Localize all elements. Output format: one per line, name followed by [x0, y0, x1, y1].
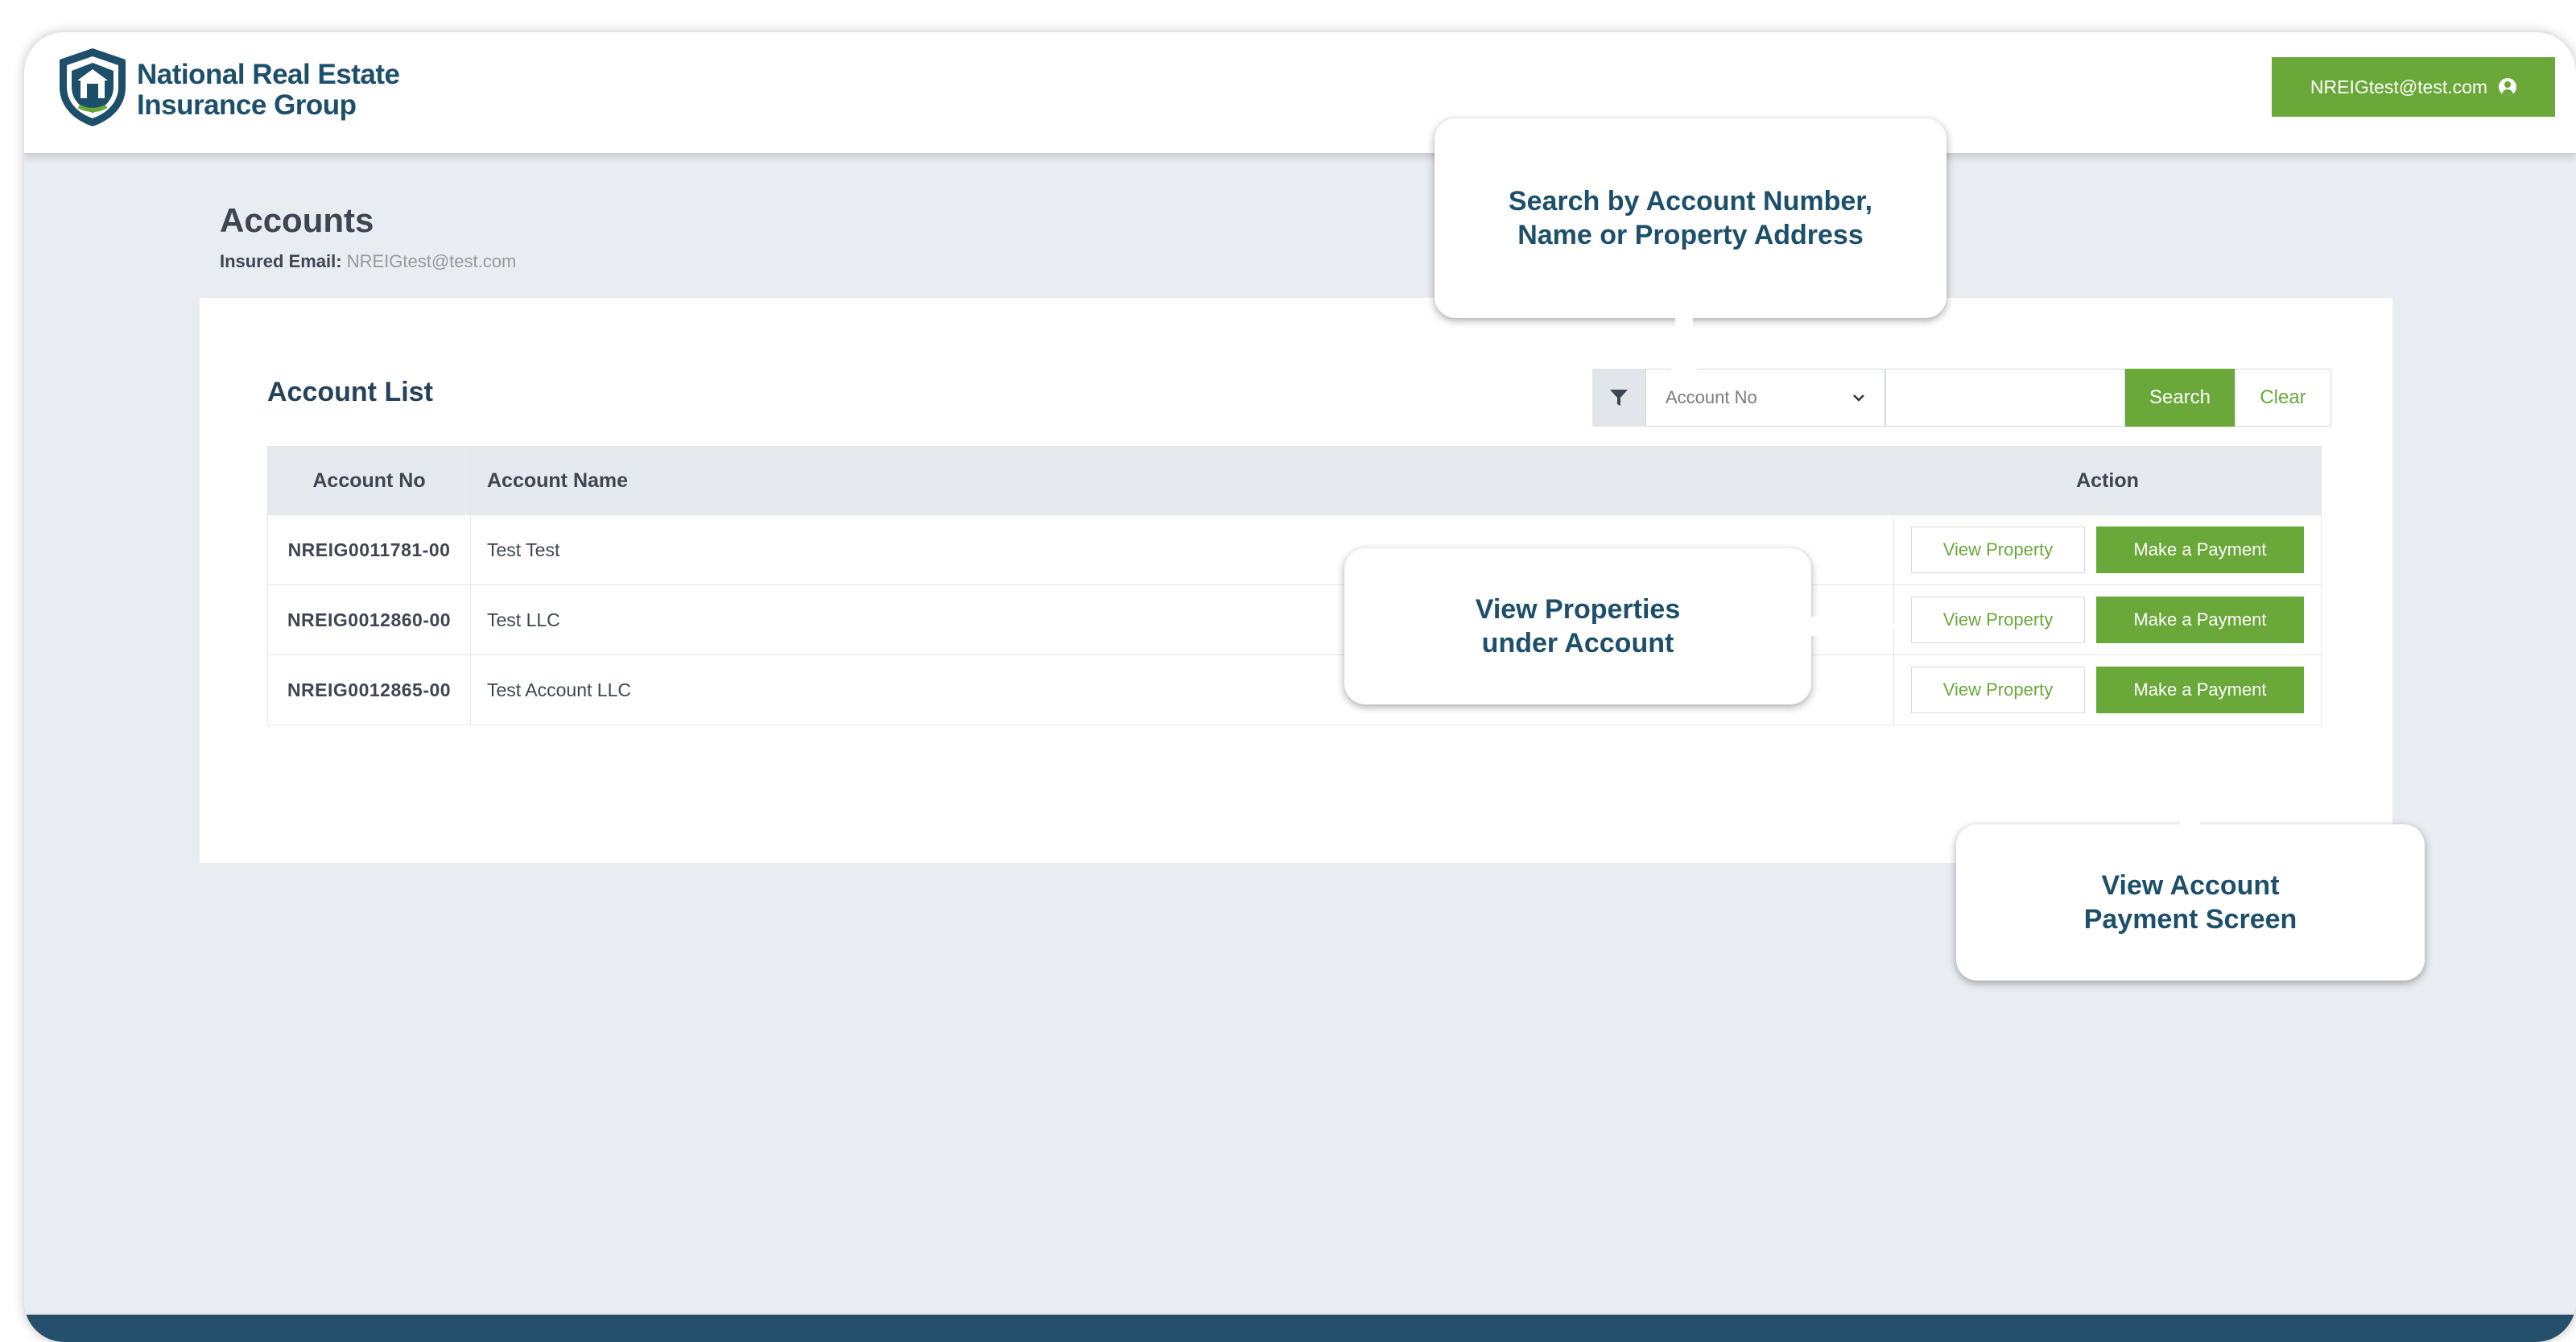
search-field-select-value: Account No: [1666, 387, 1757, 407]
user-email: NREIGtest@test.com: [2310, 76, 2488, 97]
filter-button[interactable]: [1592, 369, 1645, 427]
table-header: Account No Account Name Action: [268, 447, 2321, 514]
search-callout: Search by Account Number, Name or Proper…: [1435, 118, 1946, 318]
user-account-button[interactable]: NREIGtest@test.com: [2272, 57, 2555, 117]
column-header-account-no: Account No: [268, 447, 471, 514]
search-callout-line-2: Name or Property Address: [1517, 220, 1864, 250]
account-no-cell: NREIG0011781-00: [268, 515, 471, 584]
brand-line-1: National Real Estate: [137, 59, 400, 90]
view-properties-callout-line-1: View Properties: [1475, 594, 1681, 625]
action-cell: View Property Make a Payment: [1894, 515, 2321, 584]
page-title: Accounts: [220, 201, 374, 239]
payment-callout-line-2: Payment Screen: [2083, 904, 2297, 935]
up-arrow-icon: [2160, 755, 2221, 826]
make-payment-button[interactable]: Make a Payment: [2096, 667, 2304, 713]
insured-email-value: NREIGtest@test.com: [346, 251, 517, 271]
view-property-button[interactable]: View Property: [1911, 526, 2085, 573]
brand-line-2: Insurance Group: [137, 89, 357, 121]
app-window: National Real Estate Insurance Group NRE…: [24, 32, 2576, 1342]
right-arrow-icon: [1811, 597, 1897, 655]
search-button[interactable]: Search: [2125, 369, 2235, 427]
payment-callout: View Account Payment Screen: [1956, 824, 2425, 981]
column-header-account-name: Account Name: [471, 447, 1894, 514]
make-payment-button[interactable]: Make a Payment: [2096, 597, 2304, 643]
table-row: NREIG0011781-00 Test Test View Property …: [268, 514, 2321, 584]
view-property-button[interactable]: View Property: [1911, 667, 2085, 713]
table-row: NREIG0012860-00 Test LLC View Property M…: [268, 584, 2321, 654]
clear-button[interactable]: Clear: [2235, 369, 2331, 427]
make-payment-button[interactable]: Make a Payment: [2096, 526, 2304, 573]
insured-email-label: Insured Email:: [220, 251, 342, 271]
view-properties-callout: View Properties under Account: [1344, 548, 1811, 704]
view-property-button[interactable]: View Property: [1911, 597, 2085, 643]
account-list-card: Account List Account No Search Clear Acc…: [200, 298, 2392, 863]
search-input[interactable]: [1885, 369, 2125, 427]
brand-name[interactable]: National Real Estate Insurance Group: [137, 60, 400, 121]
shield-house-logo-icon: [60, 48, 126, 126]
action-cell: View Property Make a Payment: [1894, 655, 2321, 725]
down-arrow-icon: [1655, 318, 1713, 384]
search-callout-line-1: Search by Account Number,: [1508, 186, 1873, 217]
view-properties-callout-line-2: under Account: [1481, 628, 1674, 659]
accounts-table: Account No Account Name Action NREIG0011…: [267, 446, 2322, 725]
filter-icon: [1610, 390, 1628, 406]
top-navbar: National Real Estate Insurance Group NRE…: [24, 32, 2576, 153]
footer-bar: [24, 1315, 2576, 1342]
table-row: NREIG0012865-00 Test Account LLC View Pr…: [268, 654, 2321, 725]
column-header-action: Action: [2076, 469, 2139, 492]
user-circle-icon: [2499, 78, 2517, 96]
account-no-cell: NREIG0012865-00: [268, 655, 471, 725]
insured-email-line: Insured Email: NREIGtest@test.com: [220, 251, 516, 272]
payment-callout-line-1: View Account: [2101, 870, 2280, 901]
chevron-down-icon: [1853, 394, 1864, 402]
account-no-cell: NREIG0012860-00: [268, 585, 471, 654]
account-list-title: Account List: [267, 377, 433, 407]
action-cell: View Property Make a Payment: [1894, 585, 2321, 654]
